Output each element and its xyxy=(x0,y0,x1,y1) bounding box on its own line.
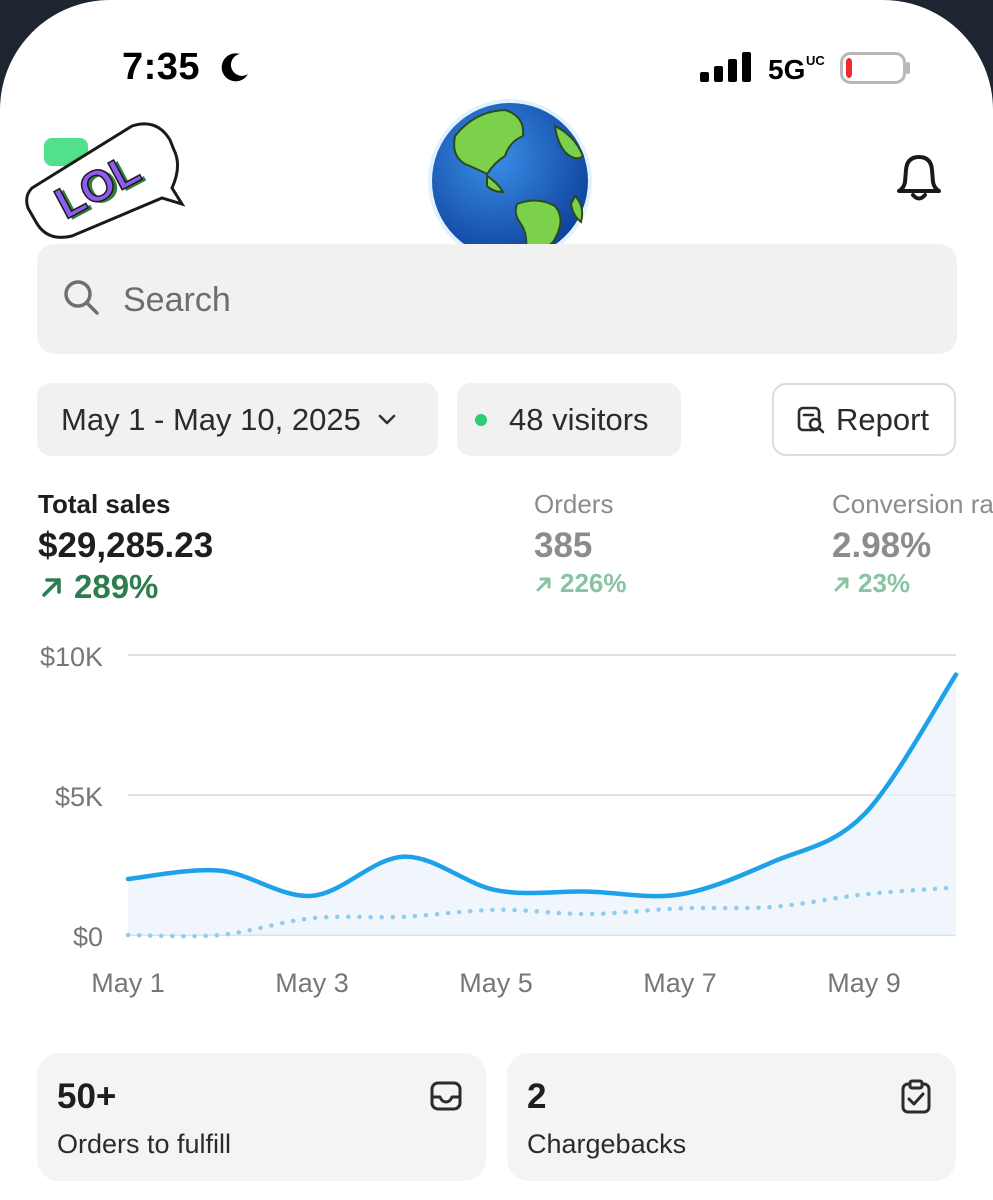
app-screen: 7:35 5G UC LOL LOL Search May 1 - May 10… xyxy=(0,0,993,1200)
moon-icon xyxy=(221,53,248,82)
orders-to-fulfill-card[interactable]: 50+ Orders to fulfill xyxy=(37,1053,486,1181)
data-point xyxy=(674,902,686,914)
visitors-label: 48 visitors xyxy=(509,401,649,437)
arrow-up-right-icon xyxy=(536,577,551,591)
live-dot-icon xyxy=(475,413,487,426)
data-point xyxy=(306,890,318,902)
data-point xyxy=(582,908,594,920)
metric-change-total-sales: 289% xyxy=(38,568,158,606)
battery-icon xyxy=(840,52,910,84)
data-point xyxy=(122,873,134,885)
metric-change-value: 226% xyxy=(560,568,627,598)
data-point xyxy=(950,881,962,893)
metric-label-orders[interactable]: Orders xyxy=(534,489,613,520)
y-tick-label: $10K xyxy=(40,642,103,672)
card-value: 50+ xyxy=(57,1077,117,1116)
status-time: 7:35 xyxy=(122,46,201,88)
card-label: Orders to fulfill xyxy=(57,1129,232,1159)
data-point xyxy=(582,886,594,898)
data-point xyxy=(490,884,502,896)
clipboard-check-icon xyxy=(901,1079,931,1114)
data-point xyxy=(766,901,778,913)
metric-value-total-sales: $29,285.23 xyxy=(38,526,214,565)
network-type: 5G xyxy=(768,54,806,85)
data-point xyxy=(306,912,318,924)
report-icon xyxy=(797,406,825,433)
metric-change-conversion: 23% xyxy=(832,568,910,599)
metric-change-value: 23% xyxy=(858,568,911,598)
x-tick-label: May 5 xyxy=(459,968,533,998)
y-tick-label: $0 xyxy=(73,922,103,952)
date-range-label: May 1 - May 10, 2025 xyxy=(61,401,361,437)
globe-icon[interactable] xyxy=(425,96,595,266)
x-tick-label: May 7 xyxy=(643,968,717,998)
data-point xyxy=(950,669,962,681)
metric-label-conversion[interactable]: Conversion rate xyxy=(832,489,993,520)
data-point xyxy=(766,856,778,868)
signal-icon xyxy=(700,52,751,82)
card-value: 2 xyxy=(527,1077,547,1116)
arrow-up-right-icon xyxy=(834,577,849,591)
data-point xyxy=(858,809,870,821)
sales-chart[interactable]: $10K $5K $0 May 1 May 3 May 5 May 7 May 9 xyxy=(0,630,993,1020)
chargebacks-card[interactable]: 2 Chargebacks xyxy=(507,1053,956,1181)
data-point xyxy=(398,911,410,923)
chevron-down-icon xyxy=(378,414,396,424)
report-button[interactable]: Report xyxy=(772,383,956,456)
arrow-up-right-icon xyxy=(42,578,61,597)
data-point xyxy=(674,888,686,900)
series-area xyxy=(128,674,956,935)
search-input[interactable] xyxy=(121,272,925,328)
data-point xyxy=(858,888,870,900)
y-tick-label: $5K xyxy=(55,782,103,812)
data-point xyxy=(214,929,226,941)
metric-change-orders: 226% xyxy=(534,568,627,599)
inbox-icon xyxy=(430,1081,462,1111)
data-point xyxy=(122,929,134,941)
lol-sticker-icon: LOL LOL xyxy=(25,122,186,239)
search-bar[interactable] xyxy=(37,244,957,354)
data-point xyxy=(490,904,502,916)
report-label: Report xyxy=(836,401,930,437)
metric-label-total-sales[interactable]: Total sales xyxy=(38,489,170,520)
metric-value-conversion: 2.98% xyxy=(832,526,932,565)
metric-change-value: 289% xyxy=(74,568,159,605)
data-point xyxy=(214,865,226,877)
bell-icon[interactable] xyxy=(895,152,943,202)
x-tick-label: May 3 xyxy=(275,968,349,998)
metric-value-orders: 385 xyxy=(534,526,593,565)
search-icon xyxy=(64,280,99,315)
x-tick-label: May 1 xyxy=(91,968,165,998)
x-tick-label: May 9 xyxy=(827,968,901,998)
live-visitors-chip[interactable]: 48 visitors xyxy=(457,383,681,456)
network-subtype: UC xyxy=(806,53,825,68)
date-range-selector[interactable]: May 1 - May 10, 2025 xyxy=(37,383,438,456)
card-label: Chargebacks xyxy=(527,1129,687,1159)
data-point xyxy=(398,851,410,863)
